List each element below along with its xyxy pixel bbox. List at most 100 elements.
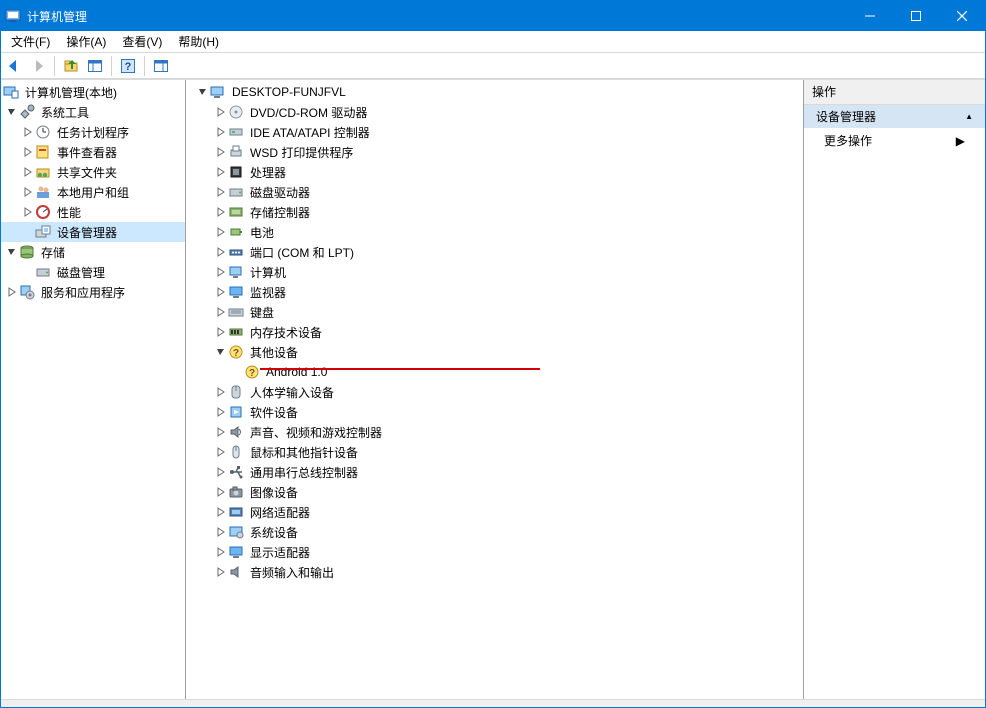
- unknown-device-icon: ?: [244, 364, 260, 380]
- node-label: 网络适配器: [248, 504, 312, 521]
- svg-text:?: ?: [249, 368, 255, 379]
- node-storage[interactable]: 存储: [1, 242, 185, 262]
- device-category-icon: ?: [228, 344, 244, 360]
- close-button[interactable]: [939, 1, 985, 31]
- device-category[interactable]: 音频输入和输出: [186, 562, 803, 582]
- device-category-icon: [228, 104, 244, 120]
- device-category[interactable]: 系统设备: [186, 522, 803, 542]
- device-category[interactable]: 监视器: [186, 282, 803, 302]
- minimize-button[interactable]: [847, 1, 893, 31]
- device-category[interactable]: 鼠标和其他指针设备: [186, 442, 803, 462]
- collapse-icon[interactable]: [5, 245, 19, 259]
- collapse-icon[interactable]: [196, 85, 210, 99]
- device-category[interactable]: 存储控制器: [186, 202, 803, 222]
- expand-icon[interactable]: [214, 185, 228, 199]
- device-category[interactable]: ?其他设备: [186, 342, 803, 362]
- node-performance[interactable]: 性能: [1, 202, 185, 222]
- expand-icon[interactable]: [21, 125, 35, 139]
- expand-icon[interactable]: [214, 245, 228, 259]
- device-category[interactable]: 图像设备: [186, 482, 803, 502]
- expand-icon[interactable]: [21, 165, 35, 179]
- device-category[interactable]: DVD/CD-ROM 驱动器: [186, 102, 803, 122]
- expand-icon[interactable]: [214, 385, 228, 399]
- collapse-icon[interactable]: [5, 105, 19, 119]
- node-label: 通用串行总线控制器: [248, 464, 360, 481]
- device-category[interactable]: 内存技术设备: [186, 322, 803, 342]
- main-area: 计算机管理(本地) 系统工具: [1, 79, 985, 699]
- maximize-button[interactable]: [893, 1, 939, 31]
- expand-icon[interactable]: [214, 565, 228, 579]
- device-category[interactable]: 网络适配器: [186, 502, 803, 522]
- expand-icon[interactable]: [5, 285, 19, 299]
- device-category[interactable]: 键盘: [186, 302, 803, 322]
- device-category[interactable]: 电池: [186, 222, 803, 242]
- device-category[interactable]: 通用串行总线控制器: [186, 462, 803, 482]
- node-event-viewer[interactable]: 事件查看器: [1, 142, 185, 162]
- show-hide-tree-button[interactable]: [84, 55, 106, 77]
- expand-icon[interactable]: [214, 165, 228, 179]
- menubar: 文件(F) 操作(A) 查看(V) 帮助(H): [1, 31, 985, 53]
- expand-icon[interactable]: [21, 185, 35, 199]
- expand-icon[interactable]: [214, 205, 228, 219]
- expand-icon[interactable]: [214, 325, 228, 339]
- device-category[interactable]: 磁盘驱动器: [186, 182, 803, 202]
- tools-icon: [19, 104, 35, 120]
- expand-icon[interactable]: [214, 445, 228, 459]
- expand-icon[interactable]: [214, 545, 228, 559]
- expand-icon[interactable]: [214, 125, 228, 139]
- up-folder-button[interactable]: [60, 55, 82, 77]
- device-category[interactable]: IDE ATA/ATAPI 控制器: [186, 122, 803, 142]
- device-category[interactable]: 计算机: [186, 262, 803, 282]
- action-more[interactable]: 更多操作 ▶: [804, 128, 985, 153]
- node-system-tools[interactable]: 系统工具: [1, 102, 185, 122]
- menu-file[interactable]: 文件(F): [3, 31, 58, 52]
- expand-icon[interactable]: [214, 145, 228, 159]
- expand-icon[interactable]: [214, 465, 228, 479]
- device-category[interactable]: 软件设备: [186, 402, 803, 422]
- menu-action[interactable]: 操作(A): [58, 31, 114, 52]
- node-device-manager[interactable]: 设备管理器: [1, 222, 185, 242]
- node-label: 服务和应用程序: [39, 284, 127, 301]
- node-local-users[interactable]: 本地用户和组: [1, 182, 185, 202]
- device-root[interactable]: DESKTOP-FUNJFVL: [186, 82, 803, 102]
- node-computer-mgmt-local[interactable]: 计算机管理(本地): [1, 82, 185, 102]
- actions-panel: 操作 设备管理器 ▲ 更多操作 ▶: [804, 80, 985, 699]
- device-category[interactable]: WSD 打印提供程序: [186, 142, 803, 162]
- help-button[interactable]: ?: [117, 55, 139, 77]
- device-category[interactable]: 人体学输入设备: [186, 382, 803, 402]
- device-category-icon: [228, 404, 244, 420]
- expand-icon[interactable]: [214, 225, 228, 239]
- expand-icon[interactable]: [214, 285, 228, 299]
- expand-icon[interactable]: [214, 425, 228, 439]
- expand-icon[interactable]: [214, 265, 228, 279]
- actions-section-device-manager[interactable]: 设备管理器 ▲: [804, 105, 985, 128]
- expand-icon[interactable]: [214, 405, 228, 419]
- users-icon: [35, 184, 51, 200]
- node-disk-mgmt[interactable]: 磁盘管理: [1, 262, 185, 282]
- expand-icon[interactable]: [214, 305, 228, 319]
- node-shared-folders[interactable]: 共享文件夹: [1, 162, 185, 182]
- device-category[interactable]: 端口 (COM 和 LPT): [186, 242, 803, 262]
- device-item-android[interactable]: ?Android 1.0: [186, 362, 803, 382]
- device-category[interactable]: 处理器: [186, 162, 803, 182]
- shared-folder-icon: [35, 164, 51, 180]
- expand-icon[interactable]: [214, 105, 228, 119]
- device-category[interactable]: 声音、视频和游戏控制器: [186, 422, 803, 442]
- device-category-icon: [228, 184, 244, 200]
- node-task-scheduler[interactable]: 任务计划程序: [1, 122, 185, 142]
- menu-help[interactable]: 帮助(H): [170, 31, 227, 52]
- menu-view[interactable]: 查看(V): [114, 31, 170, 52]
- expand-icon[interactable]: [214, 525, 228, 539]
- collapse-icon[interactable]: [214, 345, 228, 359]
- expand-icon[interactable]: [21, 205, 35, 219]
- forward-button[interactable]: [27, 55, 49, 77]
- show-hide-action-button[interactable]: [150, 55, 172, 77]
- expand-icon[interactable]: [214, 485, 228, 499]
- node-services-apps[interactable]: 服务和应用程序: [1, 282, 185, 302]
- expand-icon[interactable]: [21, 145, 35, 159]
- back-button[interactable]: [3, 55, 25, 77]
- expand-icon[interactable]: [214, 505, 228, 519]
- node-label: 人体学输入设备: [248, 384, 336, 401]
- device-category[interactable]: 显示适配器: [186, 542, 803, 562]
- device-category-icon: [228, 504, 244, 520]
